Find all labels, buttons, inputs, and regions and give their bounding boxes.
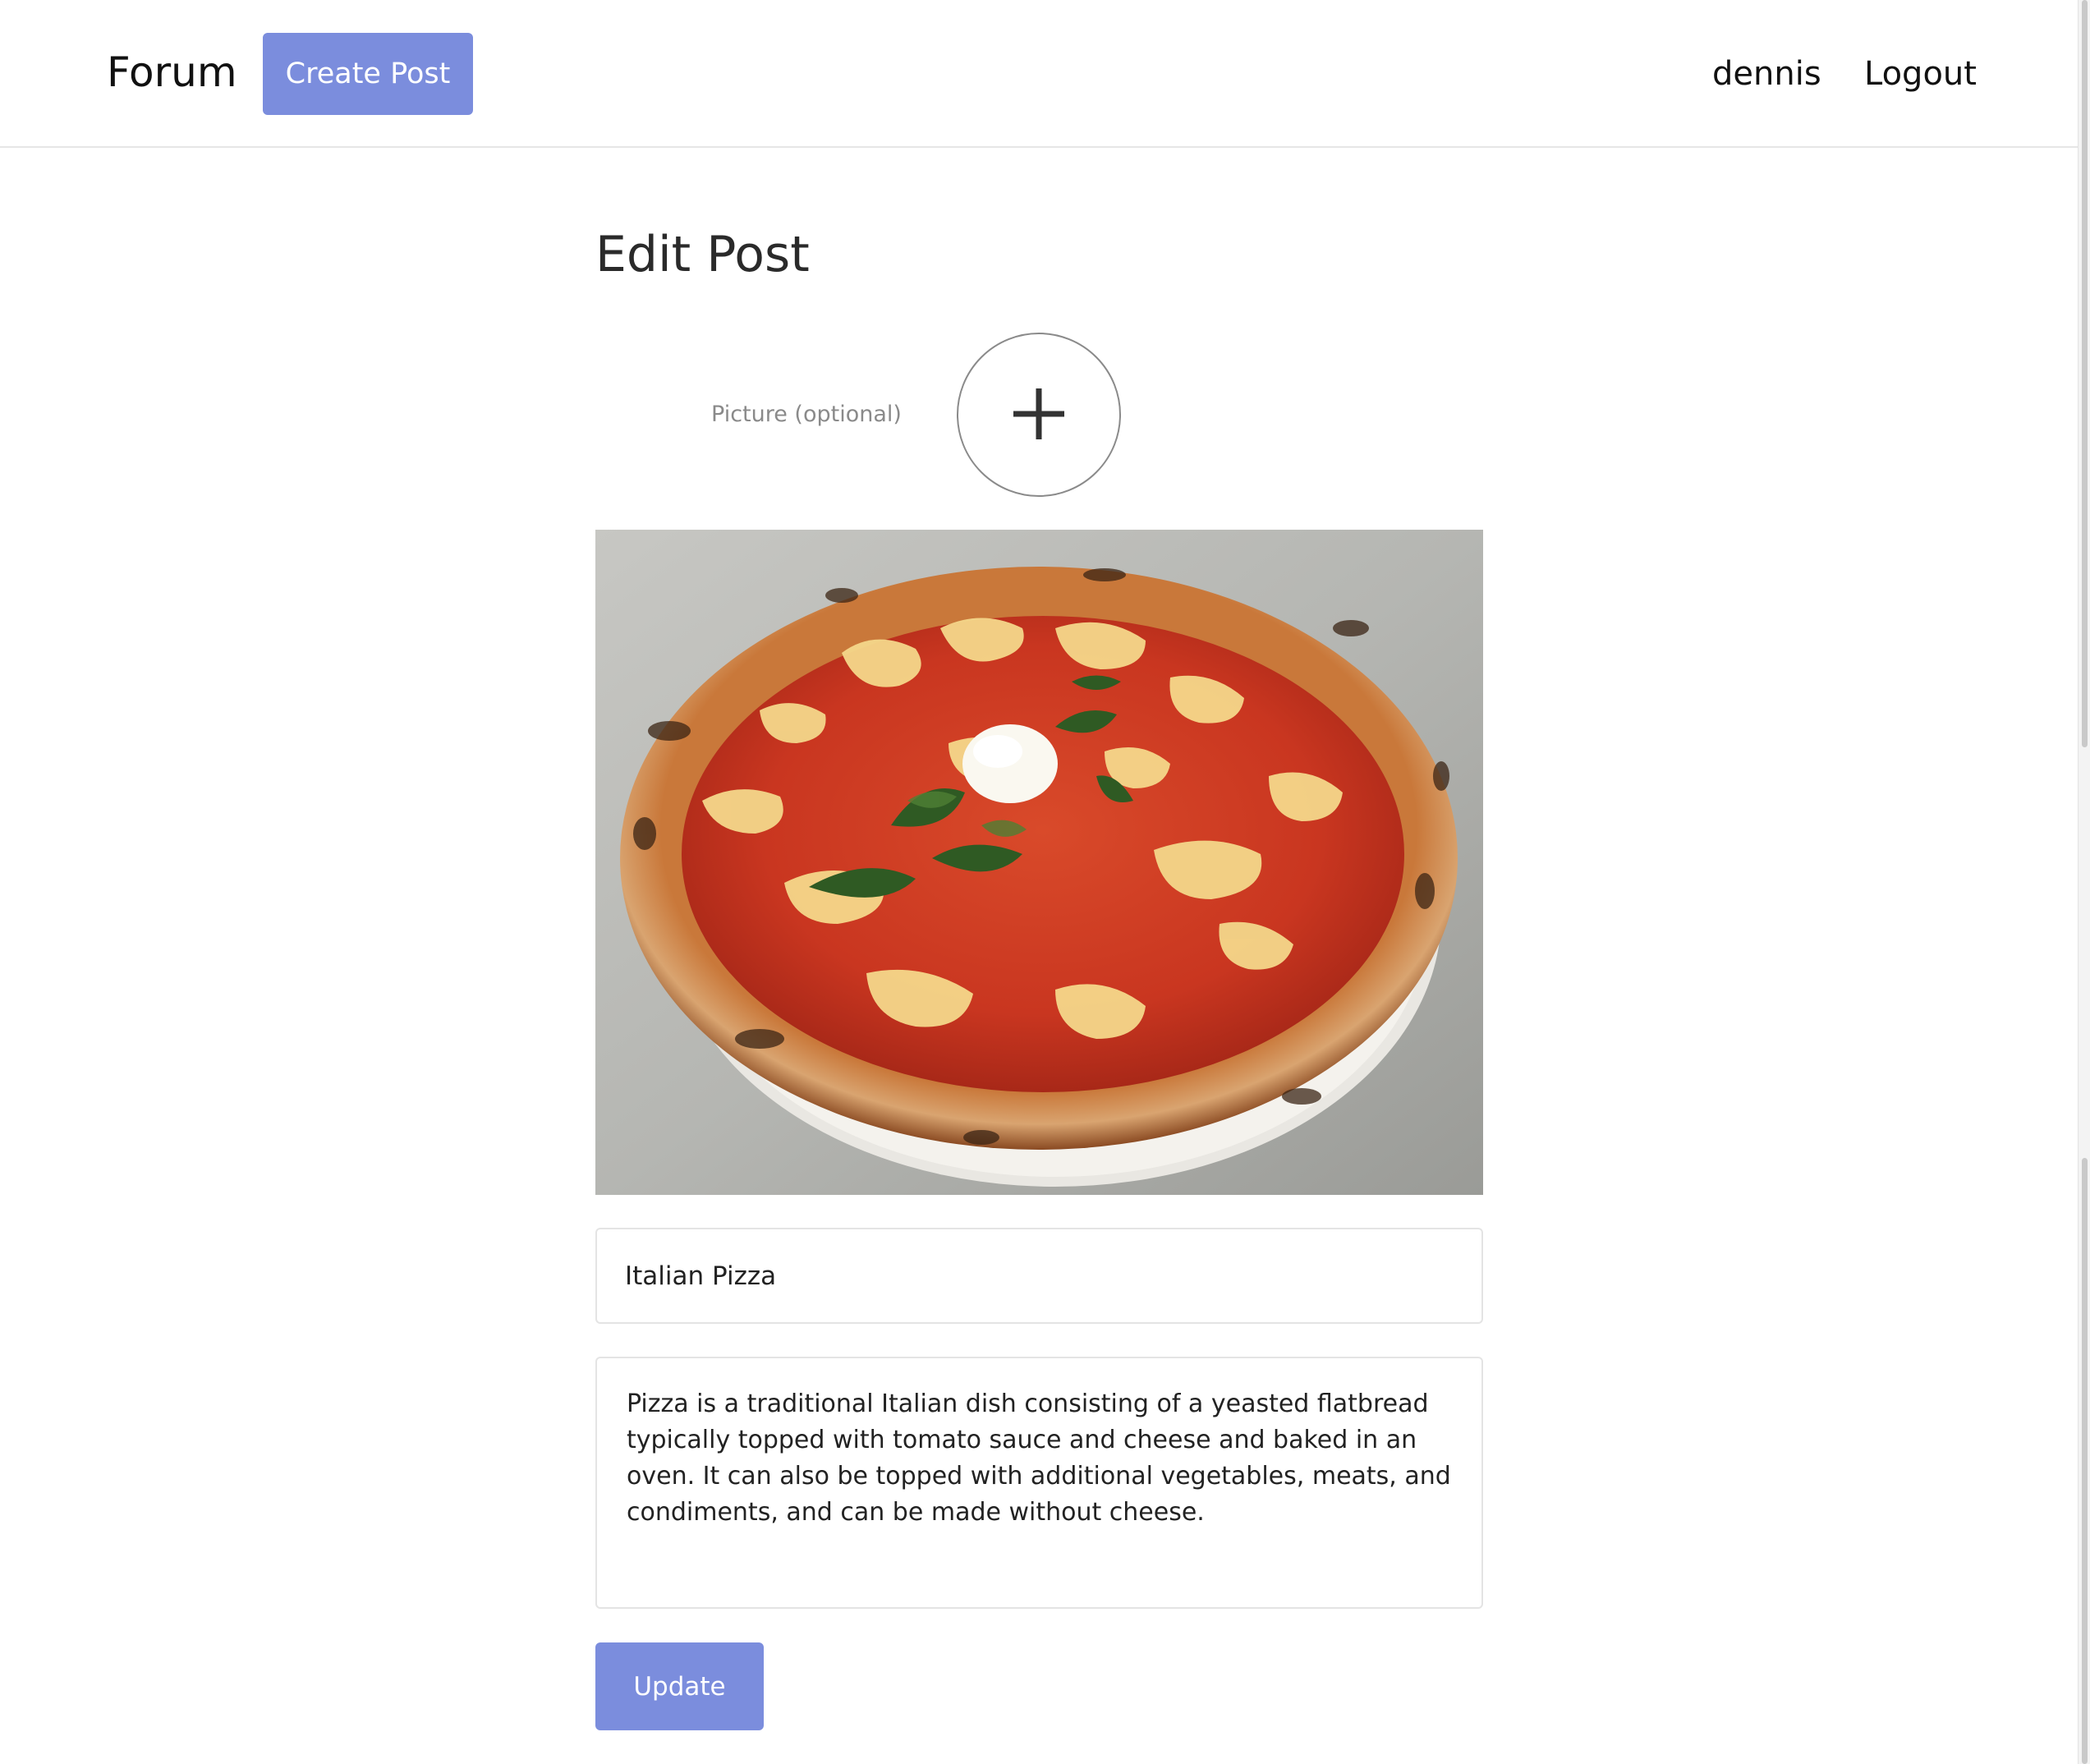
- scrollbar-thumb-lower[interactable]: [2082, 1158, 2088, 1764]
- plus-icon: [1013, 388, 1064, 439]
- picture-label: Picture (optional): [711, 402, 902, 427]
- post-body-textarea[interactable]: Pizza is a traditional Italian dish cons…: [595, 1357, 1483, 1609]
- update-button[interactable]: Update: [595, 1642, 764, 1730]
- edit-post-page: Forum Create Post dennis Logout Edit Pos…: [0, 0, 2090, 1764]
- add-picture-button[interactable]: [957, 333, 1121, 497]
- pizza-photo: [595, 530, 1483, 1195]
- create-post-button[interactable]: Create Post: [263, 33, 473, 115]
- scrollbar-thumb[interactable]: [2082, 0, 2088, 747]
- brand-link[interactable]: Forum: [107, 46, 237, 99]
- logout-link[interactable]: Logout: [1864, 49, 1977, 99]
- page-title: Edit Post: [595, 226, 810, 283]
- username-link[interactable]: dennis: [1712, 49, 1821, 99]
- top-navbar: Forum Create Post dennis Logout: [0, 0, 2078, 148]
- post-image-preview: [595, 530, 1483, 1195]
- post-title-input[interactable]: [595, 1228, 1483, 1324]
